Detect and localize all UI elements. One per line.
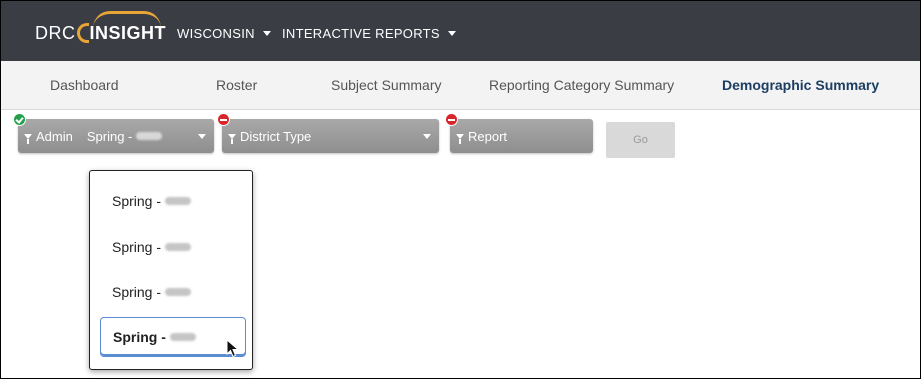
drc-insight-logo[interactable]: DRC INSIGHT xyxy=(35,11,166,47)
reports-menu-label: INTERACTIVE REPORTS xyxy=(282,26,440,41)
admin-filter-year-redacted xyxy=(136,132,163,140)
app-window: DRC INSIGHT WISCONSIN INTERACTIVE REPORT… xyxy=(0,0,921,379)
option-label: Spring - xyxy=(112,239,162,255)
funnel-icon xyxy=(456,133,464,144)
dropdown-option[interactable]: Spring - xyxy=(100,181,246,221)
go-button[interactable]: Go xyxy=(606,122,675,158)
option-year-redacted xyxy=(165,243,192,251)
check-circle-icon xyxy=(13,113,26,126)
minus-circle-icon xyxy=(445,113,458,126)
logo-arc-icon xyxy=(76,23,89,43)
state-menu[interactable]: WISCONSIN xyxy=(177,26,271,41)
logo-swoosh-icon xyxy=(93,11,161,28)
option-year-redacted xyxy=(165,197,192,205)
funnel-icon xyxy=(24,133,32,144)
tab-reporting-category-summary[interactable]: Reporting Category Summary xyxy=(489,77,674,93)
minus-circle-icon xyxy=(217,113,230,126)
option-label: Spring - xyxy=(112,284,162,300)
district-type-filter[interactable]: District Type xyxy=(222,119,439,153)
chevron-down-icon xyxy=(262,31,271,36)
option-label: Spring - xyxy=(113,329,166,345)
state-menu-label: WISCONSIN xyxy=(177,26,255,41)
report-tabs: Dashboard Roster Subject Summary Reporti… xyxy=(1,61,920,110)
top-app-bar: DRC INSIGHT WISCONSIN INTERACTIVE REPORT… xyxy=(1,1,920,61)
admin-filter-value: Spring - xyxy=(86,128,133,144)
dropdown-option-selected[interactable]: Spring - xyxy=(100,317,246,357)
tab-subject-summary[interactable]: Subject Summary xyxy=(331,77,441,93)
option-label: Spring - xyxy=(112,193,162,209)
admin-filter-label: Admin xyxy=(36,128,73,144)
option-year-redacted xyxy=(165,288,192,296)
chevron-down-icon xyxy=(447,31,456,36)
funnel-icon xyxy=(228,133,236,144)
tab-dashboard[interactable]: Dashboard xyxy=(50,77,119,93)
dropdown-option[interactable]: Spring - xyxy=(100,227,246,267)
report-filter-label: Report xyxy=(468,128,508,144)
chevron-down-icon xyxy=(198,134,206,139)
option-year-redacted xyxy=(169,333,196,341)
interactive-reports-menu[interactable]: INTERACTIVE REPORTS xyxy=(282,26,456,41)
admin-filter[interactable]: Admin Spring - xyxy=(18,119,214,153)
report-filter[interactable]: Report xyxy=(450,119,593,153)
tab-roster[interactable]: Roster xyxy=(216,77,257,93)
logo-drc-text: DRC xyxy=(35,22,76,43)
tab-demographic-summary[interactable]: Demographic Summary xyxy=(722,77,879,93)
mouse-pointer-icon xyxy=(226,339,240,358)
chevron-down-icon xyxy=(423,134,431,139)
dropdown-option[interactable]: Spring - xyxy=(100,272,246,312)
district-type-filter-label: District Type xyxy=(240,128,312,144)
